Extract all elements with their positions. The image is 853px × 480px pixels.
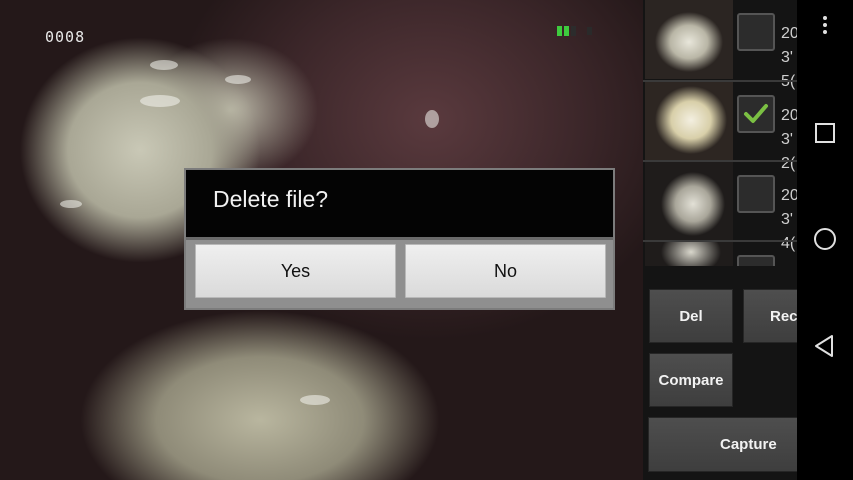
thumbnail-image[interactable] — [645, 162, 733, 241]
record-button[interactable]: Rec — [743, 289, 797, 343]
delete-dialog: Delete file? Yes No — [184, 168, 615, 310]
overflow-menu-icon[interactable] — [810, 10, 840, 40]
select-checkbox[interactable] — [737, 175, 775, 213]
thumbnail-image[interactable] — [645, 0, 733, 79]
light-reflection — [225, 75, 251, 84]
select-checkbox[interactable] — [737, 95, 775, 133]
dialog-title: Delete file? — [213, 186, 329, 212]
light-reflection — [60, 200, 82, 208]
compare-button[interactable]: Compare — [649, 353, 733, 407]
yes-button[interactable]: Yes — [195, 244, 396, 298]
gallery-panel: 203'5( 203'2( 203'4( Del Rec Compare Cap… — [643, 0, 797, 480]
light-reflection — [140, 95, 180, 107]
thumbnail-item[interactable]: 203'5( — [643, 0, 797, 90]
home-icon[interactable] — [810, 224, 840, 254]
thumbnail-image[interactable] — [645, 242, 733, 266]
recents-icon[interactable] — [810, 118, 840, 148]
no-button[interactable]: No — [405, 244, 606, 298]
thumbnail-image[interactable] — [645, 82, 733, 161]
dialog-header: Delete file? — [186, 170, 613, 237]
thumbnail-item[interactable] — [643, 242, 797, 266]
select-checkbox[interactable] — [737, 13, 775, 51]
battery-icon — [557, 25, 592, 37]
thumbnail-item[interactable]: 20 3' 4( — [643, 162, 797, 252]
back-icon[interactable] — [810, 331, 840, 361]
capture-button[interactable]: Capture — [648, 417, 797, 472]
delete-button[interactable]: Del — [649, 289, 733, 343]
light-reflection — [425, 110, 439, 128]
thumbnail-item[interactable]: 20 3' 2( — [643, 82, 797, 172]
checkmark-icon — [744, 104, 768, 123]
light-reflection — [300, 395, 330, 405]
divider — [186, 237, 613, 240]
light-reflection — [150, 60, 178, 70]
frame-counter: 0008 — [45, 28, 86, 46]
select-checkbox[interactable] — [737, 255, 775, 266]
navigation-bar — [797, 0, 853, 480]
